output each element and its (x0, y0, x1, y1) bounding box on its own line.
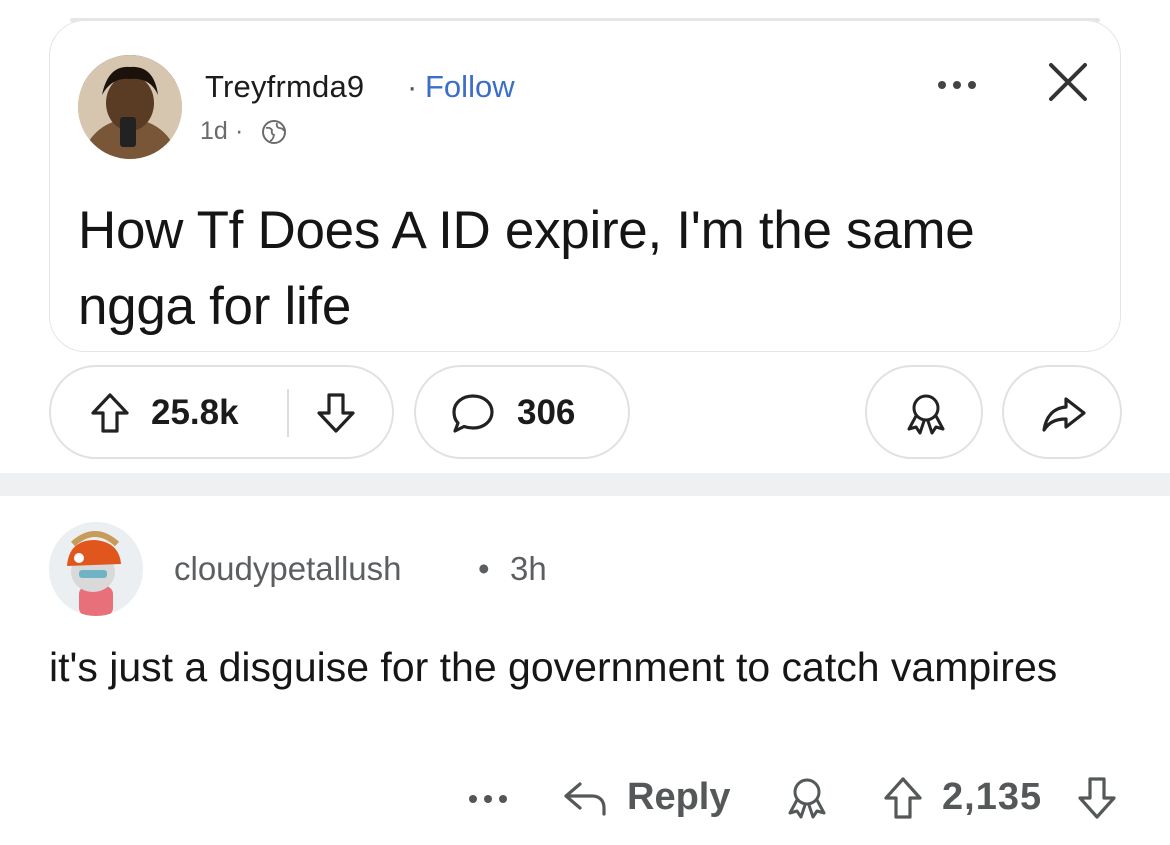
post-age: 1d (200, 117, 228, 145)
share-button[interactable] (1002, 365, 1122, 459)
upvote-arrow-icon[interactable] (89, 391, 131, 435)
speech-bubble-icon (452, 394, 494, 433)
award-button[interactable] (865, 365, 983, 459)
comment-score: 2,135 (942, 776, 1043, 818)
comment-award-icon[interactable] (784, 775, 830, 821)
comment-downvote-icon[interactable] (1076, 775, 1118, 821)
vote-control: 25.8k (49, 365, 394, 459)
comments-button[interactable]: 306 (414, 365, 630, 459)
comment-upvote-icon[interactable] (882, 775, 924, 821)
header-separator: · (407, 69, 418, 104)
close-icon[interactable] (1045, 59, 1091, 105)
comment-age: 3h (510, 550, 547, 587)
follow-button[interactable]: Follow (425, 69, 515, 105)
comment-author-name[interactable]: cloudypetallush (174, 550, 402, 588)
section-separator (0, 473, 1170, 496)
share-arrow-icon (1042, 397, 1086, 432)
globe-icon (262, 120, 286, 144)
post-author-avatar[interactable] (78, 55, 182, 159)
post-author-name[interactable]: Treyfrmda9 (205, 69, 364, 105)
comment-body: it's just a disguise for the government … (49, 644, 1058, 690)
comment-author-avatar[interactable] (49, 522, 143, 616)
post-card: Treyfrmda9 · Follow 1d · How Tf Does A I… (49, 20, 1121, 352)
post-title: How Tf Does A ID expire, I'm the same ng… (78, 201, 975, 336)
comment-count: 306 (517, 393, 576, 432)
award-icon (907, 394, 945, 435)
reply-button[interactable]: Reply (627, 776, 730, 819)
upvote-count: 25.8k (151, 393, 239, 432)
comment-more-icon[interactable] (466, 790, 510, 808)
reply-arrow-icon[interactable] (562, 778, 608, 818)
comment-separator: • (478, 550, 490, 587)
meta-separator: · (235, 117, 244, 145)
more-options-icon[interactable] (934, 75, 980, 95)
downvote-arrow-icon[interactable] (315, 391, 357, 435)
vote-divider (287, 389, 289, 437)
